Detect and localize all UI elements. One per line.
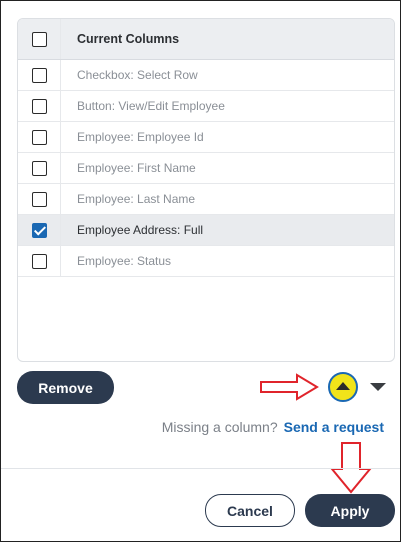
remove-button[interactable]: Remove [17,371,114,404]
columns-grid: Current Columns Checkbox: Select Row But… [17,18,395,362]
column-header-current-columns: Current Columns [77,32,180,46]
row-checkbox-checked[interactable] [31,222,47,238]
row-label: Button: View/Edit Employee [77,99,225,113]
row-label: Checkbox: Select Row [77,68,198,82]
move-up-button[interactable] [328,372,358,402]
table-row-selected[interactable]: Employee Address: Full [18,215,394,246]
row-label: Employee: First Name [77,161,196,175]
row-checkbox[interactable] [31,98,47,114]
table-row[interactable]: Button: View/Edit Employee [18,91,394,122]
missing-column-note: Missing a column? Send a request [162,419,384,435]
column-settings-dialog: Current Columns Checkbox: Select Row But… [0,0,401,542]
cancel-button[interactable]: Cancel [205,494,295,527]
row-checkbox[interactable] [31,129,47,145]
missing-column-text: Missing a column? [161,419,278,435]
annotation-arrow-right-icon [260,373,319,401]
row-label: Employee: Employee Id [77,130,204,144]
row-label: Employee: Status [77,254,172,268]
table-row[interactable]: Employee: Employee Id [18,122,394,153]
row-checkbox[interactable] [31,67,47,83]
table-row[interactable]: Checkbox: Select Row [18,60,394,91]
send-request-link[interactable]: Send a request [284,419,384,435]
table-row[interactable]: Employee: First Name [18,153,394,184]
triangle-down-icon[interactable] [370,383,386,391]
triangle-up-icon [336,382,350,390]
row-checkbox[interactable] [31,160,47,176]
apply-button[interactable]: Apply [305,494,395,527]
table-row[interactable]: Employee: Status [18,246,394,277]
row-label: Employee: Last Name [77,192,196,206]
select-all-cell [18,19,61,59]
select-all-checkbox[interactable] [31,31,47,47]
row-checkbox[interactable] [31,253,47,269]
row-label: Employee Address: Full [77,223,204,237]
row-checkbox[interactable] [31,191,47,207]
footer-divider [1,468,400,469]
grid-header-row: Current Columns [18,19,394,60]
table-row[interactable]: Employee: Last Name [18,184,394,215]
